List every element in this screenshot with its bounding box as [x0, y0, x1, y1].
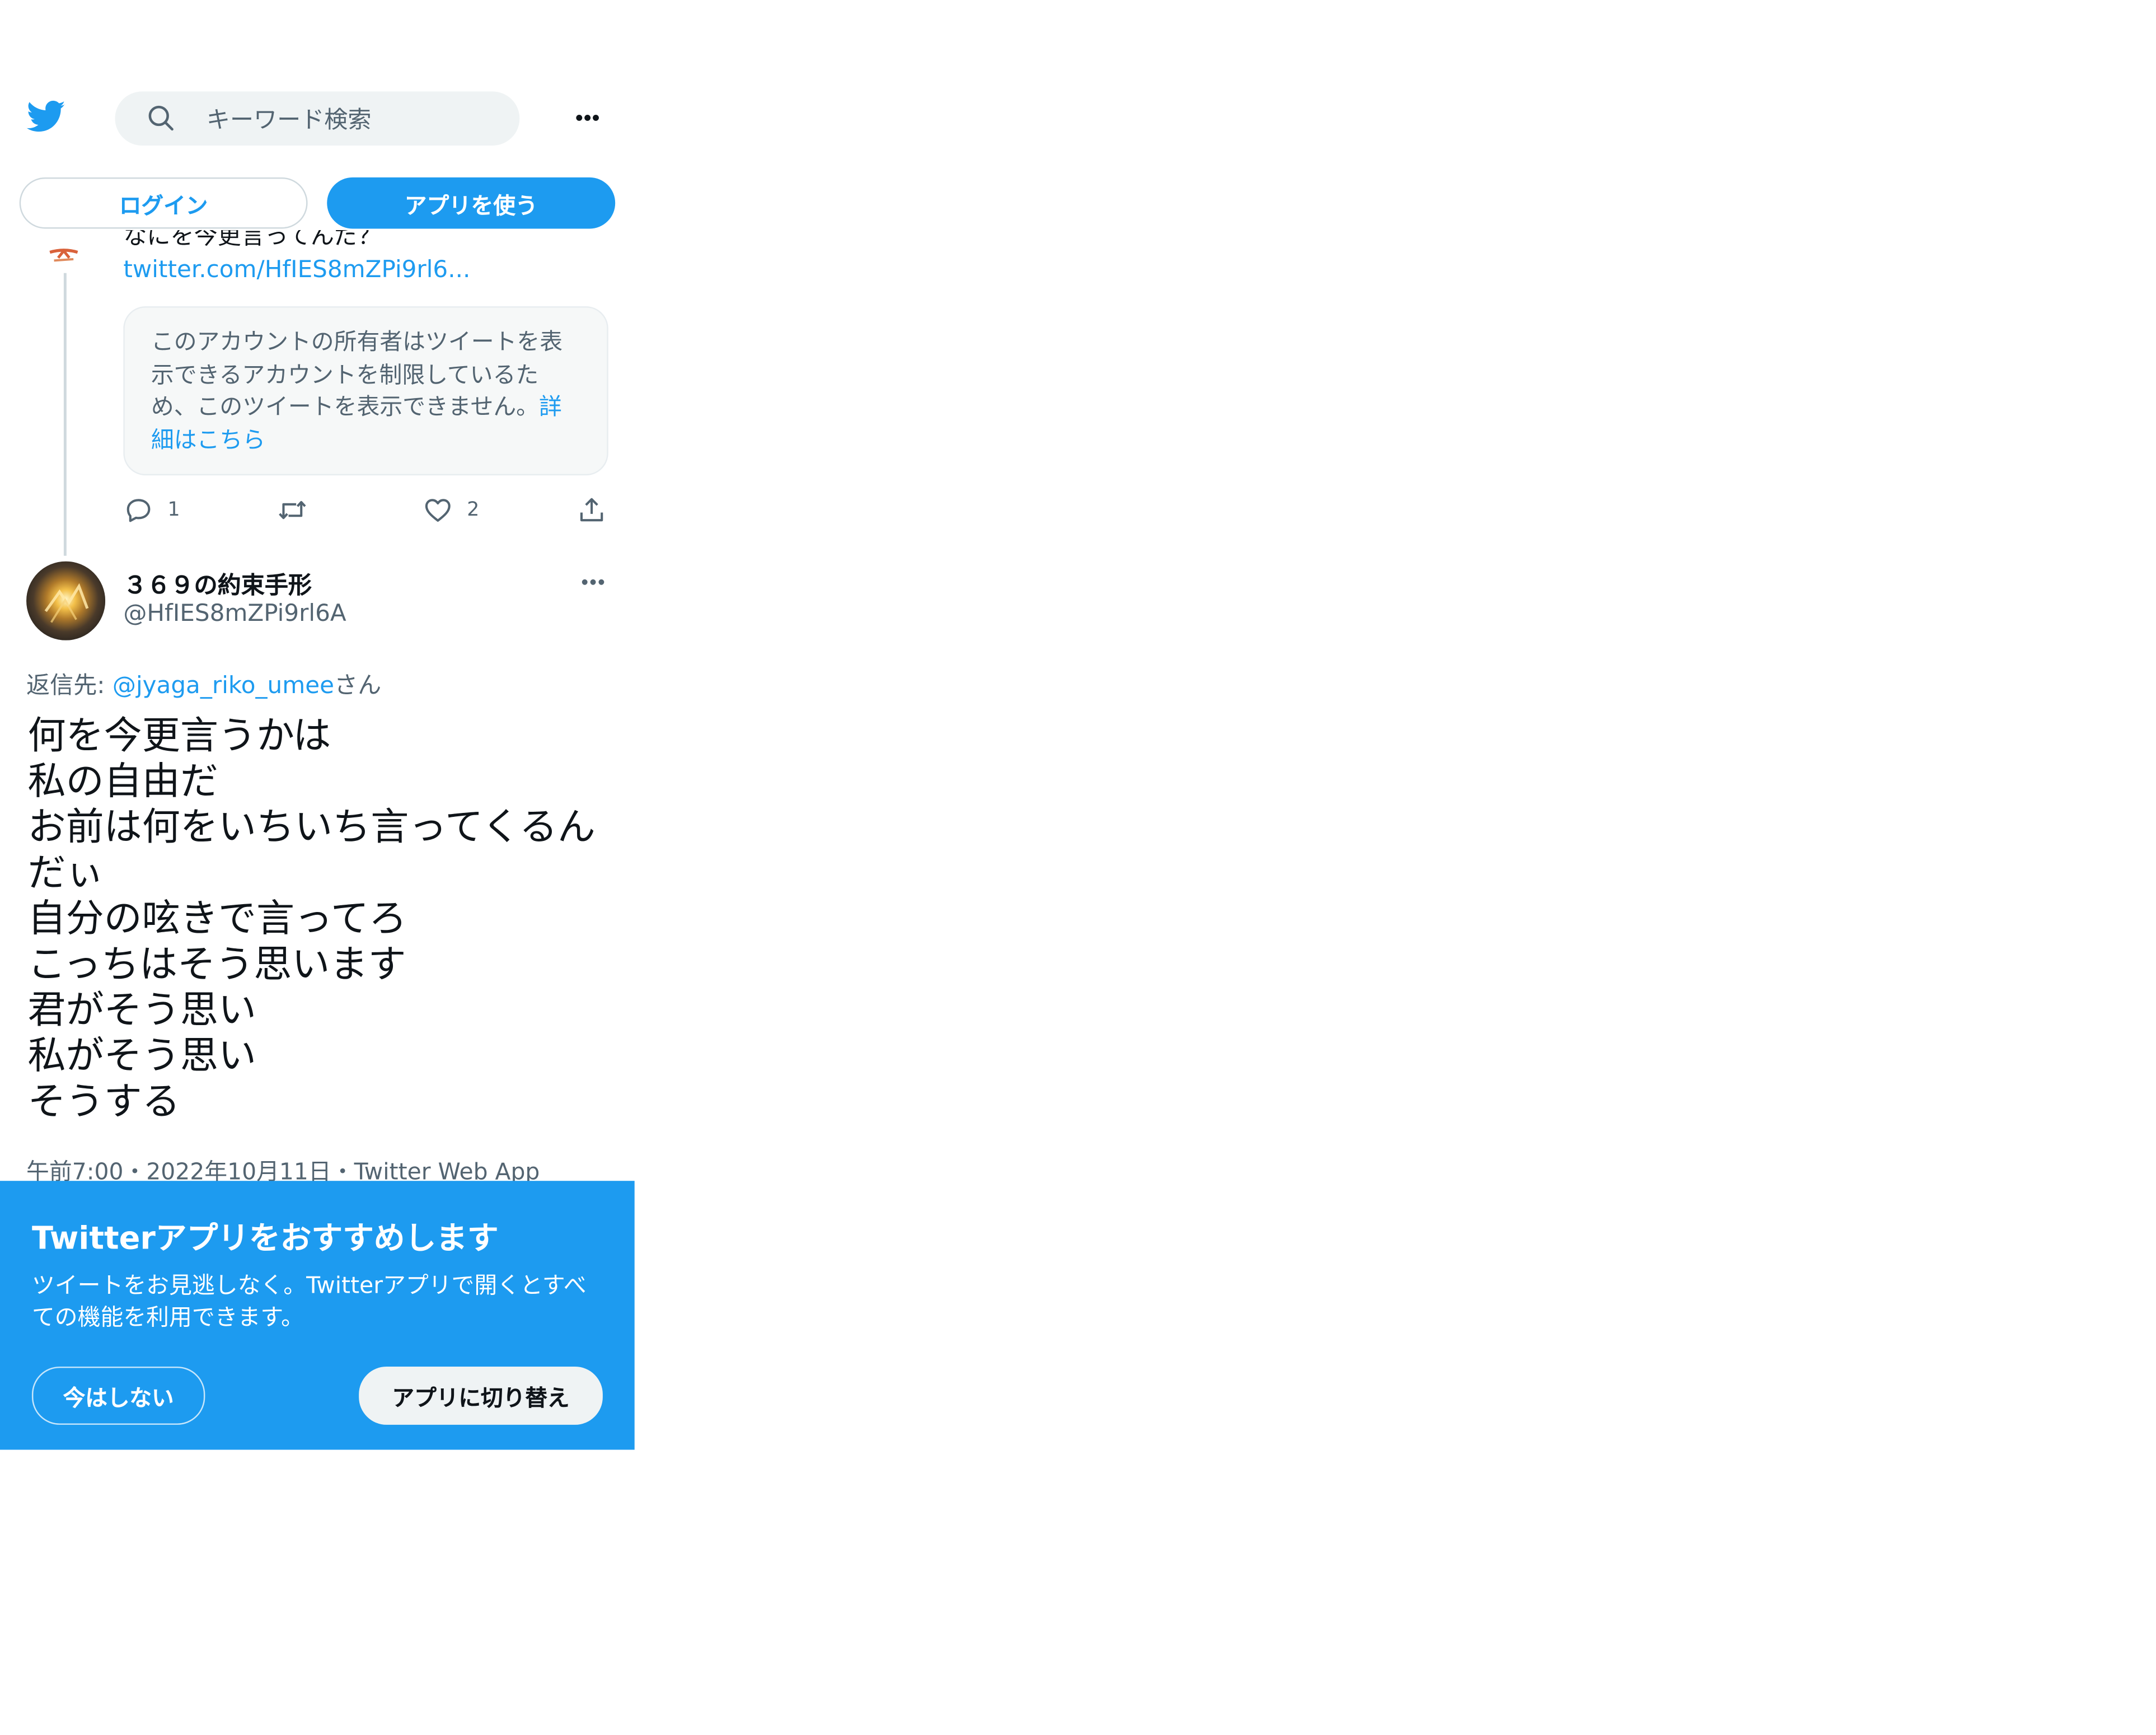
user-handle[interactable]: @HfIES8mZPi9rl6A: [123, 600, 346, 628]
thread-line: [63, 273, 67, 556]
switch-to-app-button[interactable]: アプリに切り替え: [359, 1366, 603, 1425]
restricted-notice: このアカウントの所有者はツイートを表示できるアカウントを制限しているため、このツ…: [151, 328, 563, 420]
restricted-tweet-card: このアカウントの所有者はツイートを表示できるアカウントを制限しているため、このツ…: [123, 306, 608, 476]
mobile-viewport: なにを今更言ってんだ？ twitter.com/HfIES8mZPi9rl6..…: [0, 0, 635, 1450]
tweet-text-line: お前は何をいちいち言ってくるん: [27, 805, 596, 850]
twitter-logo-icon[interactable]: [25, 97, 68, 135]
use-app-button[interactable]: アプリを使う: [327, 177, 616, 229]
not-now-button[interactable]: 今はしない: [31, 1366, 205, 1425]
search-box[interactable]: [115, 91, 520, 146]
tweet-text-line: そうする: [27, 1079, 180, 1124]
like-icon: [425, 499, 451, 522]
retweet-button[interactable]: [277, 493, 321, 526]
app-promo-banner: Twitterアプリをおすすめします ツイートをお見逃しなく。Twitterアプ…: [0, 1181, 635, 1450]
like-count: 2: [467, 499, 480, 521]
login-button[interactable]: ログイン: [19, 177, 308, 229]
display-name[interactable]: ３６９の約束手形: [123, 565, 312, 600]
banner-title: Twitterアプリをおすすめします: [31, 1221, 499, 1257]
reply-count: 1: [167, 499, 180, 521]
tweet-text-line: 私がそう思い: [27, 1033, 256, 1079]
previous-tweet-text-area: なにを今更言ってんだ？: [123, 230, 608, 255]
retweet-icon: [279, 501, 306, 520]
tweet-text-line: 自分の呟きで言ってろ: [27, 896, 407, 941]
banner-description: ツイートをお見逃しなく。Twitterアプリで開くとすべての機能を利用できます。: [31, 1272, 587, 1331]
previous-tweet-avatar[interactable]: [27, 232, 106, 269]
reply-to-prefix: 返信先:: [26, 672, 113, 700]
search-icon: [148, 105, 174, 131]
tweet-text: 何を今更言うかは 私の自由だ お前は何をいちいち言ってくるん だぃ 自分の呟きで…: [28, 714, 624, 1125]
reply-to-line: 返信先: @jyaga_riko_umeeさん: [26, 665, 381, 700]
tweet-text-line: こっちはそう思います: [27, 942, 406, 987]
tweet-text-line: だぃ: [27, 851, 104, 896]
more-icon[interactable]: [568, 100, 607, 135]
avatar[interactable]: [26, 561, 106, 640]
previous-tweet-link[interactable]: twitter.com/HfIES8mZPi9rl6...: [123, 256, 470, 284]
like-button[interactable]: 2: [423, 493, 479, 526]
more-icon[interactable]: [575, 565, 611, 598]
reply-icon: [126, 499, 151, 522]
previous-tweet-text: なにを今更言ってんだ？: [123, 230, 382, 251]
tweet-text-line: 君がそう思い: [27, 988, 256, 1033]
tweet-text-line: 何を今更言うかは: [27, 713, 331, 759]
share-icon: [580, 498, 603, 522]
reply-to-user-link[interactable]: @jyaga_riko_umee: [113, 672, 334, 700]
search-input[interactable]: [203, 100, 500, 141]
share-button[interactable]: [577, 493, 607, 526]
reply-button[interactable]: 1: [123, 493, 180, 526]
tweet-text-line: 私の自由だ: [27, 759, 218, 804]
reply-to-suffix: さん: [334, 672, 382, 700]
